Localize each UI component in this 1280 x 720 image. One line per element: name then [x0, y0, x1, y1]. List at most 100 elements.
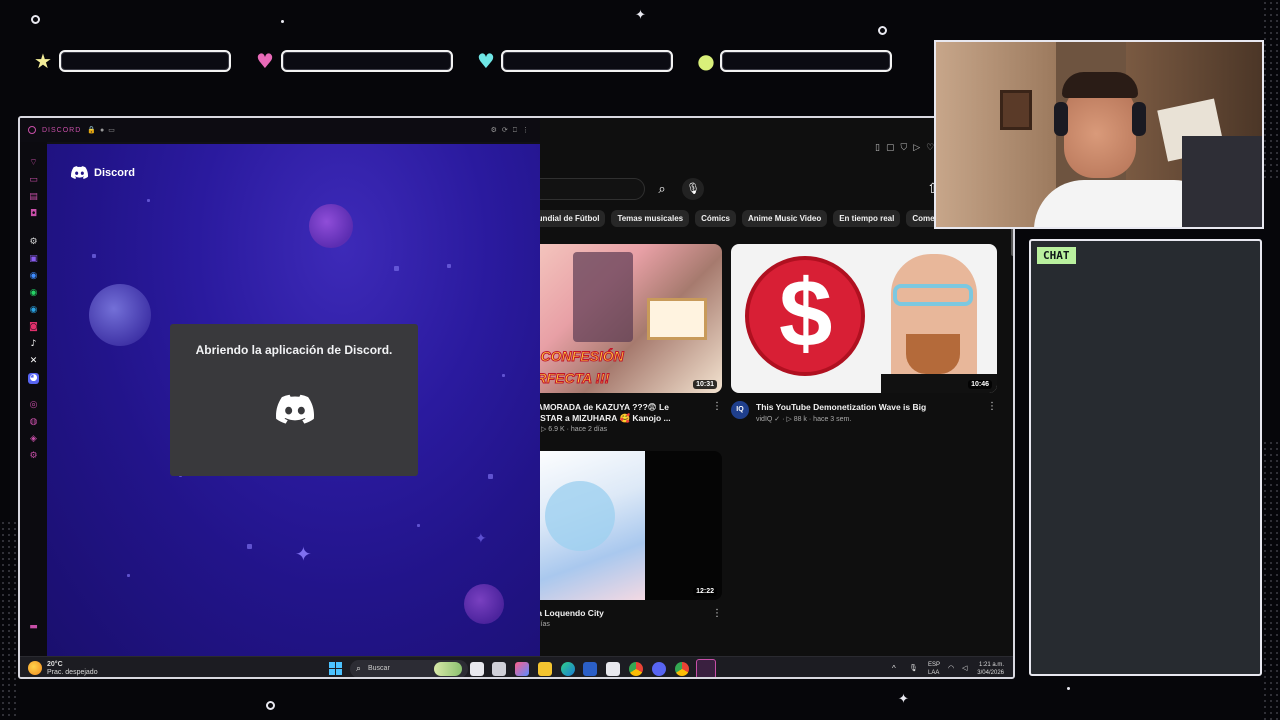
video-title[interactable]: This YouTube Demonetization Wave is Big	[756, 402, 976, 413]
video-title[interactable]: ga a Loquendo City	[525, 608, 705, 619]
video-thumbnail[interactable]: $ 10:46	[731, 244, 997, 393]
app-icon	[28, 126, 36, 134]
reader-icon[interactable]: ▢	[886, 142, 895, 153]
copilot-icon[interactable]	[515, 662, 529, 676]
thumbnail-art	[573, 252, 633, 342]
star	[488, 474, 493, 479]
messenger-icon[interactable]: ◉	[28, 271, 39, 282]
channel-avatar[interactable]: IQ	[731, 401, 749, 419]
sidebar-icon[interactable]: ⚙	[28, 451, 39, 462]
mic-icon[interactable]: ●	[100, 127, 104, 134]
dialog-message: Abriendo la aplicación de Discord.	[195, 343, 393, 357]
bookmark-icon[interactable]: ▯	[875, 142, 880, 153]
star	[417, 524, 420, 527]
windows-taskbar: 20°C Prac. despejado ⌕ Buscar ^ 🎙 ESP LA…	[20, 656, 1013, 677]
microphone-icon[interactable]: 🎙	[682, 178, 704, 200]
play-icon[interactable]: ▷	[913, 142, 920, 153]
sparkle-star: ✦	[475, 531, 487, 547]
task-view-icon[interactable]	[470, 662, 484, 676]
video-thumbnail[interactable]: A CONFESIÓN ERFECTA !!! 10:31	[525, 244, 722, 393]
more-options-icon[interactable]: ⋮	[712, 401, 722, 412]
discord-icon[interactable]: ◕	[28, 373, 39, 384]
headphones	[1054, 102, 1068, 136]
chip[interactable]: Temas musicales	[611, 210, 690, 227]
twitch-icon[interactable]: ▣	[28, 254, 39, 265]
star	[92, 254, 96, 258]
star	[147, 199, 150, 202]
heart-icon: ♥	[256, 49, 274, 73]
weather-desc[interactable]: Prac. despejado	[47, 669, 98, 677]
taskbar-search[interactable]: ⌕ Buscar	[350, 660, 468, 677]
discord-overlay-app-icon[interactable]	[696, 659, 716, 677]
search-icon: ⌕	[356, 663, 362, 673]
search-icon[interactable]: ⌕	[649, 179, 675, 199]
window-controls[interactable]: ⚙⟳⎕⋮	[491, 126, 534, 135]
settings-icon[interactable]: ⚙	[28, 237, 39, 248]
dollar-sign: $	[779, 260, 833, 367]
sparkle-star: ✦	[898, 692, 909, 707]
discord-brand-label: Discord	[94, 166, 135, 179]
sidebar-icon[interactable]: ▬	[28, 622, 39, 633]
video-title[interactable]: ENAMORADA de KAZUYA ???😨 Le QUISTAR a MI…	[525, 402, 705, 424]
edge-icon[interactable]	[561, 662, 575, 676]
file-explorer-icon[interactable]	[538, 662, 552, 676]
anime-art	[545, 481, 615, 551]
sparkle-ring	[31, 15, 40, 24]
orb-icon: ●	[697, 49, 715, 73]
wall-frame	[1000, 90, 1032, 130]
word-icon[interactable]	[583, 662, 597, 676]
sidebar-icon[interactable]: ◍	[28, 417, 39, 428]
keyboard-layout[interactable]: LAA	[928, 669, 939, 677]
app-sidebar: ⌔ ▭ ▤ ◘ ⚙ ▣ ◉ ◉ ◉ ◙ ♪ ✕ ◕ ◎ ◍ ◈ ⚙ ▬	[20, 142, 47, 656]
star	[447, 264, 451, 268]
whatsapp-icon[interactable]: ◉	[28, 288, 39, 299]
obs-icon[interactable]	[652, 662, 666, 676]
tray-chevron-icon[interactable]: ^	[892, 665, 896, 673]
wifi-icon[interactable]: ◠	[948, 665, 954, 673]
video-thumbnail[interactable]: 12:22	[525, 451, 722, 600]
tray-mic-icon[interactable]: 🎙	[909, 665, 918, 673]
more-options-icon[interactable]: ⋮	[712, 608, 722, 619]
sidebar-icon[interactable]: ◎	[28, 400, 39, 411]
chip[interactable]: En tiempo real	[833, 210, 901, 227]
language-code[interactable]: ESP	[928, 661, 940, 669]
gamepad-icon[interactable]: ◘	[28, 209, 39, 220]
wifi-icon[interactable]: ⌔	[28, 158, 39, 169]
search-input[interactable]	[525, 178, 645, 200]
clock-date[interactable]: 3/04/2026	[976, 669, 1004, 677]
sparkle-dot	[281, 20, 284, 23]
video-meta: vidIQ ✓ · ▷ 88 k · hace 3 sem.	[756, 416, 852, 423]
weather-temp[interactable]: 20°C	[47, 661, 63, 669]
sidebar-icon[interactable]: ◈	[28, 434, 39, 445]
chrome-icon[interactable]	[629, 662, 643, 676]
snipping-icon[interactable]	[606, 662, 620, 676]
opening-app-dialog: Abriendo la aplicación de Discord.	[170, 324, 418, 476]
chrome-profile-icon[interactable]	[675, 662, 689, 676]
screen-capture: ▯ ▢ ⛉ ▷ ♡ ⌕ 🎙 ⇧ Mundial de Fútbol Temas …	[18, 116, 1015, 679]
tiktok-icon[interactable]: ♪	[28, 339, 39, 350]
telegram-icon[interactable]: ◉	[28, 305, 39, 316]
more-options-icon[interactable]: ⋮	[987, 401, 997, 412]
chip[interactable]: Cómics	[695, 210, 737, 227]
scrollbar[interactable]	[1011, 226, 1013, 256]
browser-toolbar-icons: ▯ ▢ ⛉ ▷ ♡	[875, 142, 934, 153]
webcam-feed	[934, 40, 1264, 229]
volume-icon[interactable]: ◁	[962, 665, 967, 673]
camera-icon[interactable]: ▭	[108, 126, 115, 134]
shield-icon[interactable]: ⛉	[900, 142, 907, 153]
star	[247, 544, 252, 549]
discord-titlebar: DISCORD 🔒 ● ▭ ⚙⟳⎕⋮	[20, 118, 540, 142]
headphones	[1132, 102, 1146, 136]
chat-icon[interactable]: ▤	[28, 192, 39, 203]
instagram-icon[interactable]: ◙	[28, 322, 39, 333]
chair	[1182, 136, 1262, 227]
sidebar-icon[interactable]: ▭	[28, 175, 39, 186]
chip[interactable]: Anime Music Video	[742, 210, 828, 227]
x-icon[interactable]: ✕	[28, 356, 39, 367]
pixel-texture	[1262, 0, 1280, 180]
start-icon[interactable]	[329, 662, 342, 675]
weather-icon[interactable]	[28, 661, 42, 675]
clock-time[interactable]: 1:21 a.m.	[976, 661, 1004, 669]
room-wall	[936, 42, 1056, 227]
store-icon[interactable]	[492, 662, 506, 676]
